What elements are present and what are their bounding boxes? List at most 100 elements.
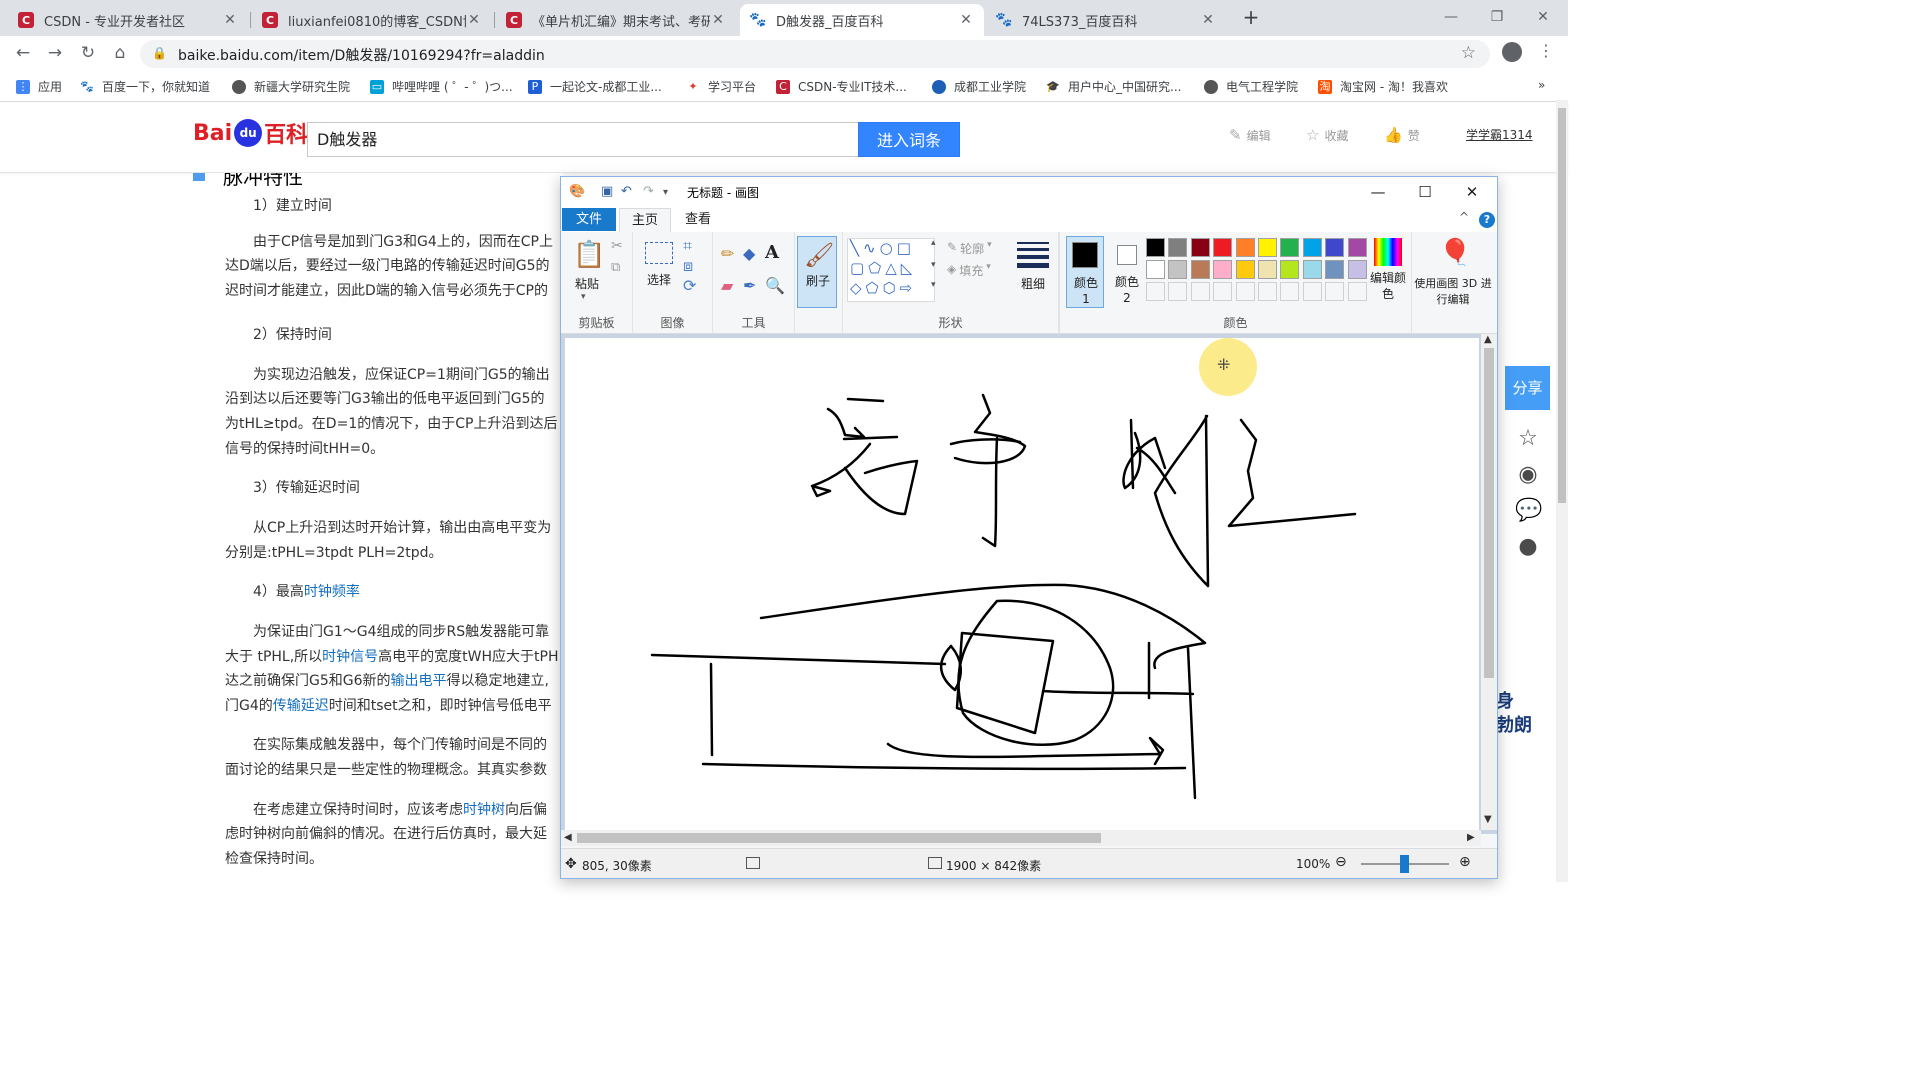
minimize-button[interactable]: —	[1436, 6, 1466, 28]
select-button[interactable]: 选择	[643, 272, 675, 288]
bookmark-xju-grad[interactable]: 新疆大学研究生院	[232, 78, 350, 95]
brush-button[interactable]: 🖌 刷子	[797, 236, 837, 308]
select-rect-icon[interactable]	[645, 242, 673, 264]
tab-view[interactable]: 查看	[673, 208, 723, 232]
username-link[interactable]: 学学霸1314	[1466, 126, 1533, 143]
tab-home[interactable]: 主页	[619, 208, 672, 232]
custom-color-slot[interactable]	[1213, 282, 1233, 301]
menu-kebab-icon[interactable]: ⋮	[1538, 41, 1554, 60]
expand-gallery-icon[interactable]: ▾	[931, 280, 936, 290]
home-icon[interactable]: ⌂	[109, 42, 131, 64]
scroll-left-icon[interactable]: ◀	[564, 832, 572, 843]
color-swatch[interactable]	[1347, 238, 1367, 257]
back-arrow-icon[interactable]: ←	[12, 42, 34, 64]
article-link[interactable]: 传输延迟	[273, 698, 329, 714]
custom-color-slot[interactable]	[1347, 282, 1367, 301]
scroll-right-icon[interactable]: ▶	[1467, 832, 1475, 843]
favorite-button[interactable]: ☆ 收藏	[1306, 126, 1348, 144]
zoom-out-icon[interactable]: ⊖	[1335, 854, 1347, 870]
close-icon[interactable]: ✕	[466, 12, 482, 28]
color-swatch[interactable]	[1190, 260, 1210, 279]
tab-file[interactable]: 文件	[562, 208, 616, 231]
scroll-down-icon[interactable]: ▼	[1484, 814, 1492, 825]
custom-color-slot[interactable]	[1258, 282, 1277, 301]
paint-app-icon[interactable]: 🎨	[569, 184, 585, 199]
color-swatch[interactable]	[1190, 238, 1210, 257]
shape-row-3[interactable]: ◇⬠⬡⇨	[850, 279, 916, 297]
pencil-icon[interactable]: ✏	[721, 244, 734, 263]
tab-baike-dff[interactable]: 🐾 D触发器_百度百科 ✕	[740, 4, 984, 36]
article-link[interactable]: 输出电平	[391, 673, 447, 689]
scissors-icon[interactable]: ✂	[611, 238, 623, 254]
custom-color-slot[interactable]	[1302, 282, 1322, 301]
color-swatch[interactable]	[1168, 238, 1188, 257]
shapes-gallery[interactable]: ╲∿○□ ▢⬠△◺ ◇⬠⬡⇨	[847, 238, 935, 302]
size-button[interactable]: 粗细	[1015, 240, 1051, 300]
custom-color-slot[interactable]	[1168, 282, 1188, 301]
close-icon[interactable]: ✕	[222, 12, 238, 28]
outline-button[interactable]: ✎ 轮廓 ▾	[947, 240, 992, 257]
tab-csdn-home[interactable]: C CSDN - 专业开发者社区 ✕	[8, 4, 248, 36]
article-link[interactable]: 时钟信号	[322, 649, 378, 665]
baidu-baike-logo[interactable]: Bai du 百科	[193, 117, 308, 149]
text-tool-icon[interactable]: A	[765, 242, 779, 263]
address-bar[interactable]: 🔒 baike.baidu.com/item/D触发器/10169294?fr=…	[140, 40, 1490, 68]
fill-bucket-icon[interactable]: ◆	[743, 244, 755, 263]
bookmark-csdn[interactable]: C CSDN-专业IT技术...	[776, 78, 907, 95]
paint-maximize-button[interactable]: ☐	[1408, 181, 1442, 203]
paste-button[interactable]: 粘贴	[571, 276, 603, 292]
bookmark-apps[interactable]: ⋮ 应用	[16, 78, 62, 95]
canvas-hscroll-thumb[interactable]	[577, 833, 1101, 843]
bookmark-baidu[interactable]: 🐾 百度一下，你就知道	[80, 78, 210, 95]
scroll-up-icon[interactable]: ▴	[931, 238, 936, 248]
color-swatch[interactable]	[1235, 260, 1255, 279]
color-swatch[interactable]	[1347, 260, 1367, 279]
scroll-up-icon[interactable]: ▲	[1484, 334, 1492, 345]
copy-icon[interactable]: ⧉	[611, 260, 620, 275]
like-button[interactable]: 👍 赞	[1384, 126, 1420, 144]
color-swatch[interactable]	[1325, 260, 1345, 279]
close-icon[interactable]: ✕	[1200, 12, 1216, 28]
share-button[interactable]: 分享	[1505, 366, 1550, 410]
bookmark-paper[interactable]: P 一起论文-成都工业...	[528, 78, 662, 95]
canvas-vscroll-thumb[interactable]	[1484, 348, 1494, 678]
crop-icon[interactable]: ⌗	[683, 236, 692, 256]
magnifier-icon[interactable]: 🔍	[765, 276, 785, 295]
paint-minimize-button[interactable]: —	[1361, 181, 1395, 203]
shape-row-2[interactable]: ▢⬠△◺	[850, 259, 916, 277]
canvas-horizontal-scrollbar[interactable]: ◀ ▶	[561, 830, 1481, 846]
color-swatch[interactable]	[1280, 260, 1300, 279]
page-scroll-thumb[interactable]	[1558, 108, 1566, 503]
bookmark-taobao[interactable]: 淘淘宝网 - 淘！我喜欢	[1318, 78, 1448, 95]
custom-color-slot[interactable]	[1280, 282, 1300, 301]
chevron-down-icon[interactable]: ▾	[581, 292, 586, 302]
collapse-ribbon-icon[interactable]: ^	[1459, 210, 1469, 224]
color-swatch[interactable]	[1325, 238, 1345, 257]
close-window-button[interactable]: ✕	[1528, 6, 1558, 28]
bookmark-ee[interactable]: 电气工程学院	[1204, 78, 1298, 95]
custom-color-slot[interactable]	[1325, 282, 1345, 301]
tab-baike-74ls373[interactable]: 🐾 74LS373_百度百科 ✕	[986, 4, 1226, 36]
article-link[interactable]: 时钟频率	[304, 584, 360, 600]
color2-button[interactable]: 颜色 2	[1108, 236, 1146, 308]
clipboard-paste-icon[interactable]: 📋	[573, 240, 605, 270]
color-swatch[interactable]	[1213, 238, 1233, 257]
close-icon[interactable]: ✕	[958, 12, 974, 28]
color-swatch[interactable]	[1302, 238, 1322, 257]
color1-button[interactable]: 颜色 1	[1066, 236, 1104, 308]
profile-avatar-icon[interactable]	[1502, 42, 1522, 62]
undo-icon[interactable]: ↶	[621, 184, 632, 199]
bookmark-user-center[interactable]: 🎓 用户中心_中国研究...	[1046, 78, 1181, 95]
wechat-icon[interactable]: 💬	[1515, 498, 1542, 524]
canvas-vertical-scrollbar[interactable]: ▲ ▼	[1481, 334, 1497, 830]
paint-close-button[interactable]: ✕	[1455, 181, 1489, 203]
star-favorite-icon[interactable]: ☆	[1515, 426, 1541, 452]
custom-color-slot[interactable]	[1146, 282, 1165, 301]
rotate-icon[interactable]: ⟳	[683, 276, 696, 295]
color-swatch[interactable]	[1258, 260, 1277, 279]
bookmark-bilibili[interactable]: ▭ 哔哩哔哩 ( ゜- ゜)つ...	[370, 78, 513, 95]
color-swatch[interactable]	[1146, 260, 1165, 279]
search-input[interactable]: D触发器	[307, 122, 859, 157]
bookmark-study[interactable]: ✦ 学习平台	[686, 78, 756, 95]
tab-csdn-blog[interactable]: C liuxianfei0810的博客_CSDN博客 ✕	[252, 4, 492, 36]
